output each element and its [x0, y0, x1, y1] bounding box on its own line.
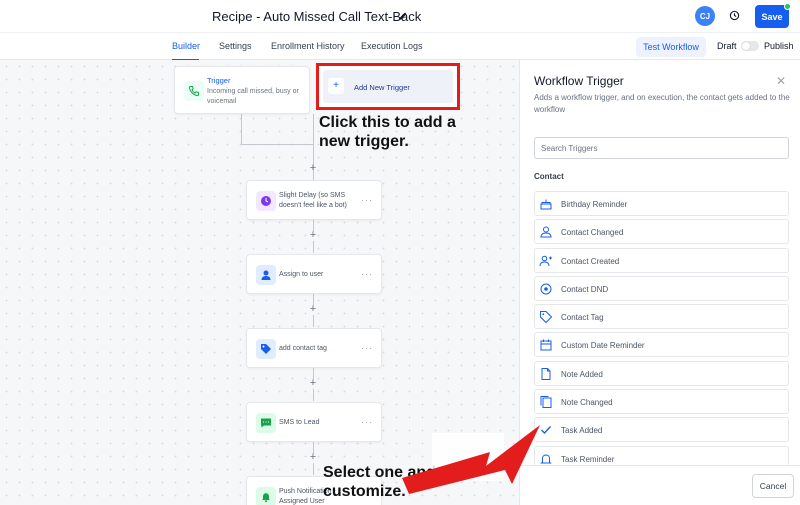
more-options-icon[interactable]: ··· [361, 269, 373, 279]
trigger-item-contact-tag[interactable]: Contact Tag [534, 304, 789, 330]
tab-enrollment-history[interactable]: Enrollment History [271, 41, 345, 51]
connector-line [313, 463, 314, 475]
add-step-plus-icon[interactable]: + [308, 229, 318, 241]
trigger-item-task-added[interactable]: Task Added [534, 417, 789, 443]
connector-line [313, 241, 314, 253]
avatar[interactable]: CJ [695, 6, 715, 26]
search-triggers-input[interactable] [541, 141, 781, 156]
connector-line [241, 114, 242, 144]
cake-icon [540, 199, 552, 210]
pencil-icon[interactable] [398, 10, 408, 22]
trigger-item-contact-changed[interactable]: Contact Changed [534, 219, 789, 245]
add-trigger-label: Add New Trigger [354, 83, 410, 92]
tab-builder[interactable]: Builder [172, 41, 200, 51]
clock-icon [256, 191, 276, 211]
user-icon [256, 265, 276, 285]
bell-icon [256, 487, 276, 505]
connector-line [241, 144, 313, 145]
note-icon [541, 367, 551, 380]
trigger-item-custom-date-reminder[interactable]: Custom Date Reminder [534, 332, 789, 358]
action-label: Slight Delay (so SMS doesn't feel like a… [279, 192, 347, 209]
message-icon [256, 413, 276, 433]
cancel-button[interactable]: Cancel [752, 474, 794, 498]
trigger-item-label: Task Reminder [561, 454, 615, 464]
section-label-contact: Contact [534, 172, 564, 181]
action-label: add contact tag [279, 345, 327, 352]
more-options-icon[interactable]: ··· [361, 195, 373, 205]
bell-icon [540, 454, 552, 464]
more-options-icon[interactable]: ··· [361, 343, 373, 353]
close-icon[interactable]: ✕ [776, 74, 786, 88]
connector-line [313, 114, 314, 145]
add-step-plus-icon[interactable]: + [308, 451, 318, 463]
phone-icon [184, 81, 204, 101]
tag-icon [256, 339, 276, 359]
trigger-item-contact-created[interactable]: Contact Created [534, 247, 789, 273]
trigger-item-contact-dnd[interactable]: Contact DND [534, 275, 789, 301]
trigger-item-label: Note Changed [561, 398, 613, 408]
trigger-item-label: Contact Created [561, 256, 620, 266]
add-step-plus-icon[interactable]: + [308, 303, 318, 315]
annotation-click-add-trigger: Click this to add a new trigger. [319, 114, 456, 150]
trigger-list: Birthday Reminder Contact Changed Contac… [534, 191, 789, 474]
tab-execution-logs[interactable]: Execution Logs [361, 41, 423, 51]
trigger-item-label: Contact DND [561, 284, 609, 294]
trigger-description: Incoming call missed, busy or voicemail [207, 88, 299, 105]
panel-description: Adds a workflow trigger, and on executio… [534, 93, 790, 114]
workflow-title: Recipe - Auto Missed Call Text-Back [212, 9, 422, 24]
publish-toggle[interactable] [741, 41, 759, 51]
trigger-item-label: Task Added [561, 426, 603, 436]
tab-bar: Builder Settings Enrollment History Exec… [0, 32, 800, 61]
action-node-assign-user[interactable]: Assign to user ··· [246, 254, 382, 294]
trigger-item-note-added[interactable]: Note Added [534, 360, 789, 386]
action-node-delay[interactable]: Slight Delay (so SMS doesn't feel like a… [246, 180, 382, 220]
trigger-item-note-changed[interactable]: Note Changed [534, 389, 789, 415]
trigger-item-label: Custom Date Reminder [561, 341, 645, 351]
history-icon[interactable] [729, 10, 740, 21]
notes-icon [540, 396, 552, 409]
connector-line [313, 315, 314, 327]
annotation-select-customize: Select one and customize. [323, 464, 436, 500]
test-workflow-button[interactable]: Test Workflow [636, 37, 706, 57]
action-label: Assign to user [279, 271, 324, 278]
user-plus-icon [539, 255, 552, 266]
workflow-trigger-panel: Workflow Trigger ✕ Adds a workflow trigg… [519, 60, 800, 505]
add-step-plus-icon[interactable]: + [308, 377, 318, 389]
status-dot [784, 3, 791, 10]
draft-label: Draft [717, 41, 737, 51]
contacts-icon [540, 226, 552, 238]
panel-footer: Cancel [520, 465, 800, 505]
more-options-icon[interactable]: ··· [361, 417, 373, 427]
calendar-icon [540, 339, 552, 351]
trigger-item-label: Birthday Reminder [561, 200, 628, 209]
action-node-sms[interactable]: SMS to Lead ··· [246, 402, 382, 442]
action-node-contact-tag[interactable]: add contact tag ··· [246, 328, 382, 368]
trigger-item-label: Contact Changed [561, 228, 624, 238]
plus-icon: + [328, 78, 344, 94]
trigger-label: Trigger [207, 76, 231, 85]
trigger-item-label: Note Added [561, 369, 603, 379]
search-triggers-box[interactable] [534, 137, 789, 159]
trigger-item-label: Contact Tag [561, 313, 604, 323]
panel-title: Workflow Trigger [534, 74, 624, 88]
add-new-trigger-button[interactable]: + Add New Trigger [316, 63, 460, 110]
action-label: SMS to Lead [279, 419, 320, 426]
connector-line [313, 389, 314, 401]
trigger-item-birthday-reminder[interactable]: Birthday Reminder [534, 191, 789, 216]
tag-icon [540, 311, 553, 324]
check-icon [541, 426, 551, 435]
app-header: Recipe - Auto Missed Call Text-Back CJ S… [0, 0, 800, 32]
add-step-plus-icon[interactable]: + [308, 162, 318, 174]
trigger-node[interactable]: Trigger Incoming call missed, busy or vo… [174, 66, 310, 114]
dnd-icon [540, 283, 552, 295]
publish-label: Publish [764, 41, 794, 51]
add-trigger-inner[interactable]: + Add New Trigger [323, 70, 453, 103]
tab-settings[interactable]: Settings [219, 41, 252, 51]
